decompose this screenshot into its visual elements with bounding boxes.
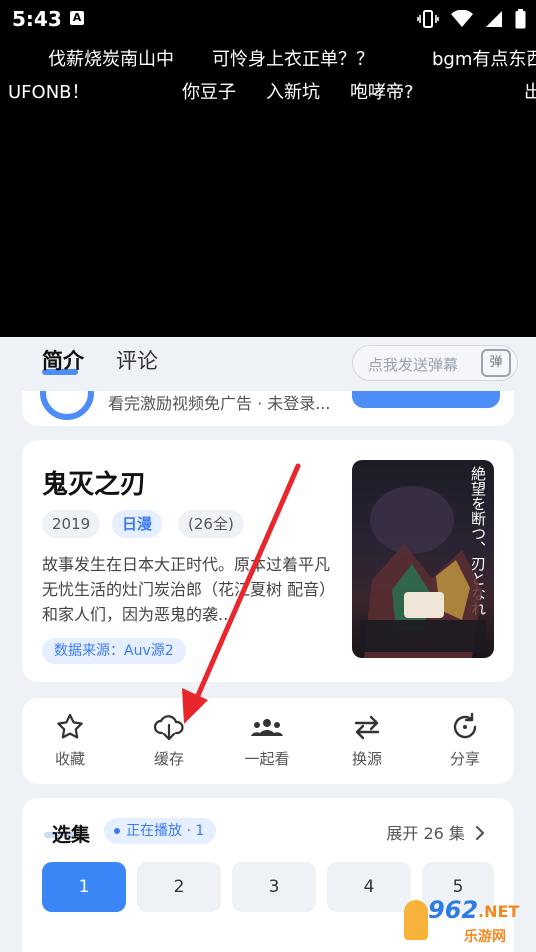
switch-source-button[interactable]: 换源 [327, 712, 407, 769]
notification-icon: A [70, 11, 84, 25]
type-tag: 日漫 [112, 510, 163, 538]
danmaku-item: 咆哮帝? [350, 82, 414, 103]
danmaku-item: 入新坑 [266, 82, 320, 103]
star-icon [57, 713, 83, 739]
share-icon [453, 712, 477, 739]
expand-episodes-button[interactable]: 展开 26 集 [386, 820, 486, 844]
favorite-button[interactable]: 收藏 [30, 712, 110, 769]
wifi-icon [451, 10, 473, 27]
danmaku-item: 出 [524, 82, 536, 103]
episode-button-4[interactable]: 4 [327, 862, 411, 912]
watermark-suffix: .NET [478, 902, 520, 921]
anime-info-card[interactable]: 鬼灭之刃 2019 日漫 (26全) 故事发生在日本大正时代。原本过着平凡无忧生… [22, 440, 514, 682]
signal-icon [486, 11, 502, 27]
year-tag: 2019 [42, 510, 101, 538]
download-label: 缓存 [153, 750, 184, 768]
tab-intro[interactable]: 简介 [42, 345, 84, 375]
danmaku-item: UFONB！ [8, 82, 90, 103]
watermark-number: 962 [428, 896, 479, 924]
anime-description: 故事发生在日本大正时代。原本过着平凡无忧生活的灶门炭治郎（花江夏树 配音）和家人… [42, 555, 336, 624]
detail-tabs: 简介 评论 点我发送弹幕 弹 [0, 337, 536, 391]
danmaku-item: 你豆子 [182, 82, 236, 103]
episode-button-3[interactable]: 3 [232, 862, 316, 912]
danmaku-toggle-icon[interactable]: 弹 [481, 349, 511, 377]
share-button[interactable]: 分享 [425, 712, 505, 769]
anime-title: 鬼灭之刃 [42, 470, 147, 500]
status-bar: 5:43 A [0, 0, 536, 36]
danmaku-input[interactable]: 点我发送弹幕 弹 [352, 345, 518, 381]
danmaku-item: 伐薪烧炭南山中 [48, 49, 174, 70]
ad-text: 看完激励视频免广告 · 未登录... [108, 394, 331, 413]
watermark-icon [404, 900, 428, 940]
video-player[interactable]: 5:43 A 伐薪烧炭南山中 可怜身上衣正单？？ bgm有点东西 UFONB！ … [0, 0, 536, 337]
danmaku-item: 可怜身上衣正单？？ [212, 49, 374, 70]
expand-label: 展开 26 集 [386, 824, 465, 843]
status-time: 5:43 [12, 7, 62, 31]
danmaku-input-placeholder: 点我发送弹幕 [368, 356, 459, 374]
swap-icon [354, 715, 380, 740]
download-button[interactable]: 缓存 [129, 712, 209, 769]
watermark-logo: 962 .NET 乐游网 [400, 896, 530, 948]
anime-poster[interactable]: 絶望を断つ、刃となれ [352, 460, 494, 658]
watch-together-button[interactable]: 一起看 [227, 712, 307, 769]
data-source-badge[interactable]: 数据来源：Auv源2 [42, 638, 186, 664]
favorite-label: 收藏 [54, 750, 85, 768]
battery-icon [515, 9, 526, 29]
vibrate-icon [417, 10, 439, 28]
download-cloud-icon [153, 715, 184, 741]
episode-section-title: 选集 [52, 824, 91, 846]
watch-together-label: 一起看 [244, 750, 290, 768]
chevron-right-icon [475, 825, 485, 841]
episode-button-2[interactable]: 2 [137, 862, 221, 912]
switch-source-label: 换源 [351, 750, 382, 768]
episode-count-tag: (26全) [178, 510, 244, 538]
watermark-name: 乐游网 [464, 929, 506, 945]
group-icon [251, 719, 283, 736]
action-bar: 收藏 缓存 一起看 换源 分享 [22, 698, 514, 784]
episode-button-1[interactable]: 1 [42, 862, 126, 912]
danmaku-item: bgm有点东西 [432, 49, 536, 70]
share-label: 分享 [449, 750, 480, 768]
tab-comments[interactable]: 评论 [116, 345, 158, 375]
now-playing-badge: 正在播放 · 1 [104, 818, 217, 844]
